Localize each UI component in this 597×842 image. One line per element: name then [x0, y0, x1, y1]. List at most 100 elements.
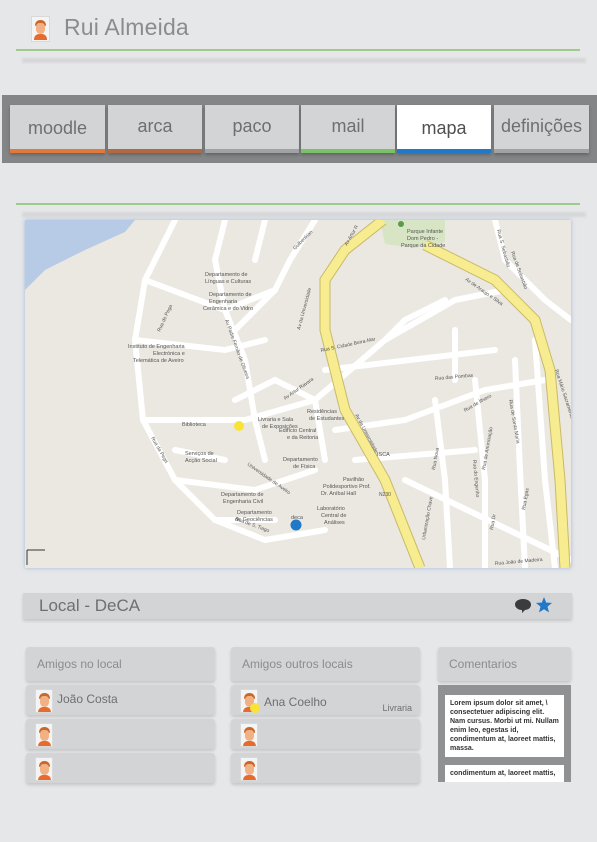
friend-name: João Costa: [57, 692, 118, 706]
friends-elsewhere-header: Amigos outros locais: [231, 647, 420, 681]
svg-text:Departamento de: Departamento de: [205, 272, 248, 278]
friend-name: Ana Coelho: [264, 695, 327, 709]
current-location-pin[interactable]: [290, 519, 302, 531]
profile-header: Rui Almeida: [16, 12, 580, 52]
svg-text:Telemática de Aveiro: Telemática de Aveiro: [133, 358, 184, 364]
svg-text:Dr. Aníbal Hall: Dr. Aníbal Hall: [321, 491, 356, 497]
svg-text:Departamento de: Departamento de: [221, 492, 264, 498]
main-nav: moodle arca paco mail mapa definições: [2, 95, 597, 163]
avatar-shirt: [34, 34, 47, 40]
svg-text:ISCA: ISCA: [377, 452, 390, 458]
map-divider: [16, 203, 580, 205]
friend-avatar: [240, 757, 258, 781]
map-divider-shadow: [22, 212, 586, 217]
location-title: Local - DeCA: [39, 596, 141, 615]
svg-text:de Física: de Física: [293, 464, 316, 470]
svg-text:Av da Universidade: Av da Universidade: [296, 287, 313, 331]
friends-here-title: Amigos no local: [37, 657, 122, 671]
svg-text:Rua do Engenho: Rua do Engenho: [471, 460, 480, 498]
svg-text:Electrónica e: Electrónica e: [153, 351, 185, 357]
svg-text:Pavilhão: Pavilhão: [343, 477, 364, 483]
tab-arca[interactable]: arca: [108, 105, 202, 153]
tab-label: paco: [232, 116, 272, 136]
tab-accent: [301, 149, 395, 153]
comment-item: Lorem ipsum dolor sit amet, \ consectetu…: [445, 695, 564, 757]
svg-text:Departamento: Departamento: [237, 510, 272, 516]
svg-text:N230: N230: [379, 492, 391, 498]
svg-text:Departamento de: Departamento de: [209, 292, 252, 298]
friend-row[interactable]: [26, 719, 215, 749]
map-canvas[interactable]: Departamento de Línguas e Culturas Depar…: [25, 220, 571, 568]
tab-accent: [205, 149, 299, 153]
svg-text:Biblioteca: Biblioteca: [182, 422, 207, 428]
friend-row[interactable]: [231, 753, 420, 783]
friend-row[interactable]: [26, 753, 215, 783]
svg-text:Polidesportivo Prof.: Polidesportivo Prof.: [323, 484, 371, 490]
svg-text:Rua do Pega: Rua do Pega: [156, 304, 174, 333]
svg-text:Parque da Cidade: Parque da Cidade: [401, 243, 445, 249]
svg-text:Livraria e Sala: Livraria e Sala: [258, 417, 294, 423]
svg-text:Gulbenkian: Gulbenkian: [292, 229, 314, 251]
comments-header: Comentarios: [438, 647, 571, 681]
svg-text:Engenharia Civil: Engenharia Civil: [223, 499, 263, 505]
user-avatar[interactable]: [31, 16, 50, 42]
tab-label: arca: [137, 116, 173, 136]
svg-text:Cerâmica e do Vidro: Cerâmica e do Vidro: [203, 306, 253, 312]
map-scale-icon: [26, 549, 45, 565]
svg-text:Rua S. Sebastião: Rua S. Sebastião: [495, 229, 511, 268]
tab-mail[interactable]: mail: [301, 105, 395, 153]
svg-text:Dom Pedro -: Dom Pedro -: [407, 236, 438, 242]
tab-accent: [108, 149, 202, 153]
tab-accent: [494, 149, 589, 153]
friend-row[interactable]: Ana Coelho Livraria: [231, 685, 420, 715]
friend-location-pin[interactable]: [234, 421, 244, 431]
user-name: Rui Almeida: [64, 14, 189, 40]
friends-elsewhere-title: Amigos outros locais: [242, 657, 353, 671]
friend-avatar: [35, 757, 53, 781]
tab-label: mapa: [421, 118, 467, 138]
header-divider-shadow: [22, 58, 586, 63]
svg-text:Laboratório: Laboratório: [317, 506, 345, 512]
friend-avatar: [35, 723, 53, 747]
tab-mapa[interactable]: mapa: [397, 105, 491, 153]
svg-text:Parque Infante: Parque Infante: [407, 229, 443, 235]
svg-text:Central de: Central de: [321, 513, 346, 519]
friend-row[interactable]: João Costa: [26, 685, 215, 715]
comment-item: condimentum at, laoreet mattis,: [445, 765, 564, 782]
friend-place: Livraria: [382, 703, 412, 713]
tab-paco[interactable]: paco: [205, 105, 299, 153]
svg-text:e da Reitoria: e da Reitoria: [287, 435, 319, 441]
tab-accent: [397, 149, 491, 153]
tab-moodle[interactable]: moodle: [10, 105, 105, 153]
tab-label: definições: [500, 116, 583, 136]
friend-location-dot: [250, 703, 260, 713]
svg-text:Rua João de Madeira: Rua João de Madeira: [495, 557, 543, 567]
avatar-face: [36, 23, 45, 34]
svg-text:Edifício Central: Edifício Central: [279, 428, 316, 434]
svg-text:Engenharia: Engenharia: [209, 299, 238, 305]
svg-text:Línguas e Culturas: Línguas e Culturas: [205, 279, 251, 285]
svg-text:Análises: Análises: [324, 520, 345, 526]
friend-avatar: [240, 723, 258, 747]
friend-avatar: [35, 689, 53, 713]
svg-text:Serviços de: Serviços de: [185, 451, 214, 457]
comment-icon[interactable]: [514, 598, 532, 614]
svg-text:Urbanização Chave: Urbanização Chave: [421, 496, 435, 541]
location-bar: Local - DeCA: [23, 593, 572, 619]
svg-text:de Estudantes: de Estudantes: [309, 416, 344, 422]
friend-row[interactable]: [231, 719, 420, 749]
tab-accent: [10, 149, 105, 153]
comments-list[interactable]: Lorem ipsum dolor sit amet, \ consectetu…: [438, 685, 571, 782]
park-icon: [398, 221, 404, 227]
svg-text:Rua da Pega: Rua da Pega: [149, 436, 169, 464]
svg-text:Residências: Residências: [307, 409, 337, 415]
campus-map[interactable]: Departamento de Línguas e Culturas Depar…: [25, 220, 571, 568]
svg-text:Acção Social: Acção Social: [185, 458, 217, 464]
tab-definicoes[interactable]: definições: [494, 105, 589, 153]
star-icon[interactable]: [535, 596, 553, 614]
tab-label: mail: [331, 116, 365, 136]
svg-text:Departamento: Departamento: [283, 457, 318, 463]
svg-text:Instituto de Engenharia: Instituto de Engenharia: [128, 344, 186, 350]
header-divider: [16, 49, 580, 51]
comments-title: Comentarios: [449, 657, 518, 671]
